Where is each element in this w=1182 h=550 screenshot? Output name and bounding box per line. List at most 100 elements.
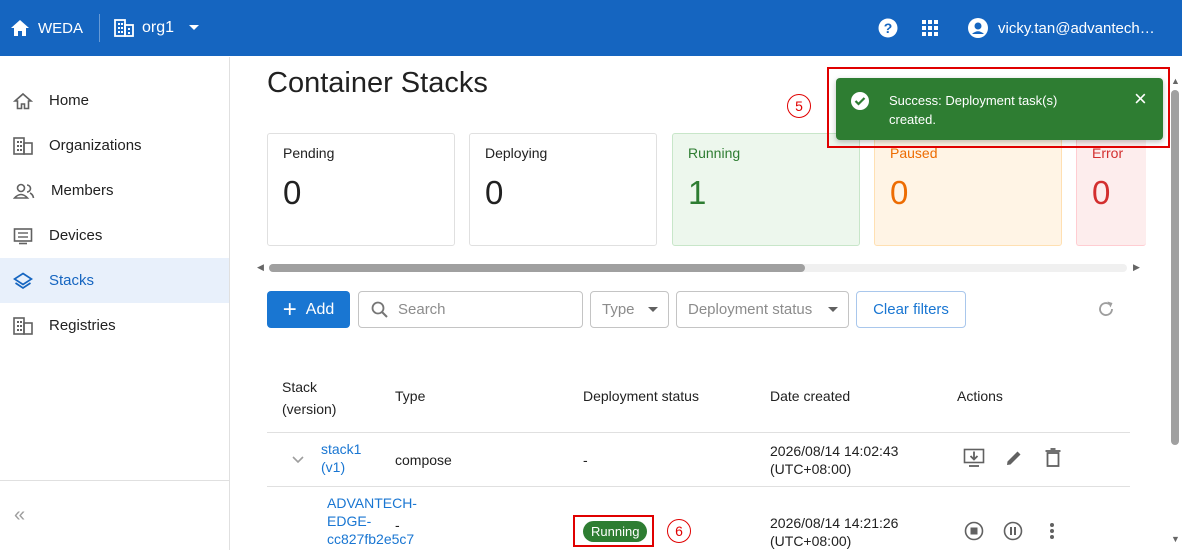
refresh-icon[interactable] [1096, 299, 1116, 319]
sidebar-item-organizations[interactable]: Organizations [0, 123, 229, 168]
sidebar-item-members[interactable]: Members [0, 168, 229, 213]
home-icon [11, 20, 29, 36]
search-input[interactable]: Search [358, 291, 583, 328]
timezone: (UTC+08:00) [770, 461, 852, 477]
stack-name-link[interactable]: stack1 [321, 440, 361, 458]
deployment-status-filter-select[interactable]: Deployment status [676, 291, 849, 328]
status-card-error[interactable]: Error 0 [1076, 133, 1146, 246]
card-value: 0 [283, 174, 302, 211]
sidebar-item-devices[interactable]: Devices [0, 213, 229, 258]
type-filter-label: Type [602, 301, 635, 318]
card-label: Pending [283, 145, 335, 161]
scroll-up-icon[interactable]: ▲ [1171, 76, 1180, 86]
device-name-link[interactable]: cc827fb2e5c7 [327, 530, 417, 548]
status-card-running[interactable]: Running 1 [672, 133, 860, 246]
collapse-sidebar-button[interactable]: « [14, 504, 25, 527]
delete-icon[interactable] [1045, 448, 1061, 468]
chevron-down-icon [828, 307, 838, 312]
column-header-version: (version) [282, 401, 337, 417]
card-label: Running [688, 145, 741, 161]
stack-version: (v1) [321, 459, 346, 475]
device-type: - [395, 517, 400, 533]
date-created: 2026/08/14 14:21:26 [770, 515, 899, 531]
sidebar-item-registries[interactable]: Registries [0, 303, 229, 348]
sidebar-item-stacks[interactable]: Stacks [0, 258, 229, 303]
scrollbar-thumb[interactable] [1171, 90, 1179, 445]
search-placeholder: Search [398, 301, 446, 318]
column-header-deployment-status: Deployment status [583, 388, 699, 404]
scroll-down-icon[interactable]: ▼ [1171, 534, 1180, 544]
sidebar: Home Organizations Members Devices Stack… [0, 57, 230, 550]
filter-toolbar: + Add Search Type Deployment status Clea… [231, 291, 1171, 329]
divider [99, 14, 100, 42]
home-outline-icon [13, 92, 33, 109]
more-vert-icon[interactable] [1049, 522, 1055, 540]
top-right-actions: ? vicky.tan@advantech.com [878, 0, 1182, 56]
sidebar-item-label: Organizations [49, 137, 142, 154]
account-menu[interactable]: vicky.tan@advantech.com [968, 18, 1158, 38]
scroll-right-icon[interactable]: ▶ [1133, 262, 1140, 273]
column-header-date-created: Date created [770, 388, 851, 404]
stack-status: - [583, 452, 588, 468]
stop-icon[interactable] [964, 521, 984, 541]
chevron-down-icon [648, 307, 658, 312]
pause-icon[interactable] [1003, 521, 1023, 541]
help-icon[interactable]: ? [878, 18, 898, 38]
device-name-link[interactable]: EDGE- [327, 512, 417, 530]
brand-label: WEDA [38, 19, 83, 37]
building-icon [114, 19, 134, 37]
annotation-box-status [573, 515, 654, 547]
timezone: (UTC+08:00) [770, 533, 852, 549]
layers-icon [13, 271, 33, 289]
add-button-label: Add [305, 300, 335, 318]
org-selector[interactable]: org1 [114, 19, 200, 37]
sidebar-item-home[interactable]: Home [0, 78, 229, 123]
card-value: 1 [688, 174, 707, 211]
status-filter-label: Deployment status [688, 301, 813, 318]
status-card-paused[interactable]: Paused 0 [874, 133, 1062, 246]
stack-type: compose [395, 452, 452, 468]
sidebar-item-label: Stacks [49, 272, 95, 289]
chevron-down-icon[interactable] [292, 456, 304, 464]
annotation-step-6: 6 [667, 519, 691, 543]
column-header-actions: Actions [957, 388, 1003, 404]
deploy-download-icon[interactable] [963, 448, 985, 468]
scroll-left-icon[interactable]: ◀ [257, 262, 264, 273]
page-vertical-scrollbar[interactable]: ▲ ▼ [1169, 72, 1181, 550]
plus-icon: + [282, 295, 297, 323]
type-filter-select[interactable]: Type [590, 291, 669, 328]
dropdown-caret-icon [189, 25, 200, 30]
card-value: 0 [890, 174, 909, 211]
sidebar-item-label: Registries [49, 317, 116, 334]
annotation-step-5: 5 [787, 94, 811, 118]
date-created: 2026/08/14 14:02:43 [770, 443, 899, 459]
column-header-type: Type [395, 388, 426, 404]
page-title: Container Stacks [267, 67, 488, 99]
add-stack-button[interactable]: + Add [267, 291, 350, 328]
user-label: vicky.tan@advantech.com [998, 19, 1158, 37]
sidebar-footer: « [0, 480, 229, 550]
account-icon [968, 18, 988, 38]
column-header-stack: Stack [282, 379, 318, 395]
brand-home-link[interactable]: WEDA [0, 0, 83, 56]
card-value: 0 [485, 174, 504, 211]
search-icon [371, 301, 388, 318]
org-label: org1 [142, 19, 175, 36]
scrollbar-thumb[interactable] [269, 264, 805, 272]
table-row: ADVANTECH- EDGE- cc827fb2e5c7 - Running … [267, 487, 1130, 550]
device-name-link[interactable]: ADVANTECH- [327, 494, 417, 512]
members-icon [13, 183, 35, 199]
card-value: 0 [1092, 174, 1111, 211]
sidebar-item-label: Members [51, 182, 114, 199]
sidebar-item-label: Home [49, 92, 90, 109]
edit-icon[interactable] [1004, 448, 1024, 468]
clear-filters-button[interactable]: Clear filters [856, 291, 966, 328]
cards-horizontal-scrollbar[interactable]: ◀ ▶ [255, 260, 1141, 276]
apps-grid-icon[interactable] [922, 20, 938, 36]
building-icon [13, 316, 33, 335]
top-app-bar: WEDA org1 ? vicky.tan@advantech.com [0, 0, 1182, 56]
card-label: Deploying [485, 145, 548, 161]
status-card-pending[interactable]: Pending 0 [267, 133, 455, 246]
table-row: stack1 (v1) compose - 2026/08/14 14:02:4… [267, 433, 1130, 487]
status-card-deploying[interactable]: Deploying 0 [469, 133, 657, 246]
